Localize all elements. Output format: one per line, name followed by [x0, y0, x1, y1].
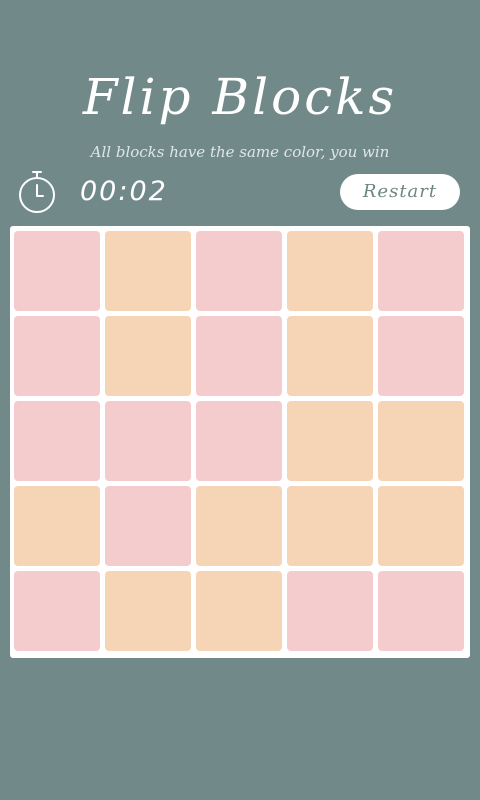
- block-r1-c1[interactable]: [14, 231, 100, 311]
- block-r2-c3[interactable]: [196, 316, 282, 396]
- block-r3-c2[interactable]: [105, 401, 191, 481]
- block-r4-c5[interactable]: [378, 486, 464, 566]
- stopwatch-icon: [19, 171, 55, 213]
- block-r4-c1[interactable]: [14, 486, 100, 566]
- block-r2-c2[interactable]: [105, 316, 191, 396]
- block-r4-c4[interactable]: [287, 486, 373, 566]
- block-r5-c5[interactable]: [378, 571, 464, 651]
- block-r1-c5[interactable]: [378, 231, 464, 311]
- block-r3-c3[interactable]: [196, 401, 282, 481]
- block-r5-c3[interactable]: [196, 571, 282, 651]
- block-r2-c4[interactable]: [287, 316, 373, 396]
- block-r5-c1[interactable]: [14, 571, 100, 651]
- game-instructions: All blocks have the same color, you win: [90, 143, 390, 161]
- block-r3-c5[interactable]: [378, 401, 464, 481]
- block-r4-c2[interactable]: [105, 486, 191, 566]
- block-r3-c4[interactable]: [287, 401, 373, 481]
- game-title: Flip Blocks: [82, 68, 398, 126]
- block-r3-c1[interactable]: [14, 401, 100, 481]
- elapsed-timer: 00:02: [80, 176, 168, 207]
- block-r1-c2[interactable]: [105, 231, 191, 311]
- block-r2-c1[interactable]: [14, 316, 100, 396]
- block-r2-c5[interactable]: [378, 316, 464, 396]
- block-r1-c4[interactable]: [287, 231, 373, 311]
- block-r5-c2[interactable]: [105, 571, 191, 651]
- game-board: [10, 226, 470, 658]
- block-r1-c3[interactable]: [196, 231, 282, 311]
- block-r4-c3[interactable]: [196, 486, 282, 566]
- restart-button[interactable]: Restart: [340, 174, 460, 210]
- block-r5-c4[interactable]: [287, 571, 373, 651]
